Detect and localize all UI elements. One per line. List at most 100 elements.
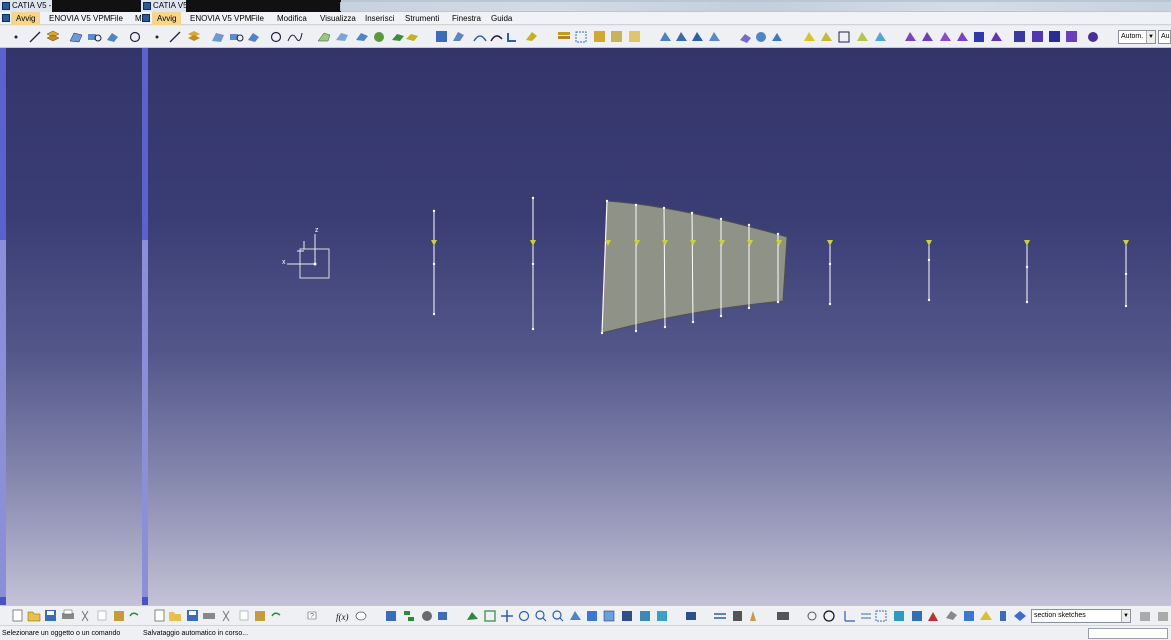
mass-icon [750,611,756,621]
part-icon [1049,31,1060,42]
new-file-icon [154,609,165,622]
chevron-down-icon[interactable]: ▼ [1121,610,1130,622]
new-file-icon [12,609,23,622]
line-type-select[interactable]: Autom. ▼ [1118,30,1156,44]
tool-icon [1158,612,1168,621]
menu-enovia-left[interactable]: ENOVIA V5 VPM [49,12,110,25]
point-icon [14,35,18,39]
comment-icon [355,611,367,621]
viewport-left[interactable] [0,48,149,605]
scrollbar-thumb[interactable] [142,48,148,240]
swap-icon [657,611,667,621]
menu-avvig-left[interactable]: Avvig [11,12,41,25]
tool-icon [912,611,922,621]
chevron-down-icon[interactable]: ▼ [1146,31,1155,43]
revolve-icon [230,34,244,42]
param-icon [438,612,447,620]
scrollbar-arrow-down[interactable] [0,597,6,605]
fill-icon [107,33,118,42]
measure-icon [714,613,726,619]
scene-canvas[interactable]: z x [149,48,1171,605]
shading-icon [622,611,632,621]
open-folder-icon [169,612,181,621]
paste-icon [114,611,124,621]
extrude-icon [212,33,224,42]
command-input[interactable] [1088,628,1168,639]
revolve-icon [88,34,102,42]
part-icon [1066,31,1077,42]
left-viewport-scrollbar[interactable] [142,48,148,605]
fly-icon [467,612,478,620]
offset-icon [374,32,384,42]
tool-icon [946,611,957,620]
catia-app-icon [142,14,150,22]
part-icon [922,32,933,41]
layer-filter-value: section sketches [1034,612,1086,619]
catia-app-icon [2,14,10,22]
point-icon [155,35,159,39]
menu-enovia[interactable]: ENOVIA V5 VPM [190,12,251,25]
tool-icon [1140,612,1150,621]
heal-icon [406,34,418,41]
print-icon [686,612,696,620]
menu-modifica[interactable]: Modifica [277,12,307,25]
view-icon [603,610,615,622]
window-tab-catia-1[interactable]: CATIA V5 - [0,0,52,12]
cut-icon [222,610,230,622]
background-tabs [340,2,1171,11]
menu-file-left[interactable]: File [110,12,123,25]
line-type-value: Autom. [1121,33,1144,40]
extrude-icon [69,32,83,43]
scrollbar-thumb[interactable] [0,48,6,240]
spline-icon [287,32,303,42]
menu-avvig[interactable]: Avvig [152,12,182,25]
layer-filter-select[interactable]: section sketches ▼ [1031,609,1131,623]
menu-guida[interactable]: Guida [491,12,512,25]
menu-inserisci[interactable]: Inserisci [365,12,394,25]
menu-finestra[interactable]: Finestra [452,12,481,25]
redacted-region [186,0,341,12]
line-icon [169,31,181,43]
menu-m-left[interactable]: M [135,12,142,25]
window-title: CATIA V5 - [12,1,52,10]
sphere-icon [422,611,432,621]
viewport-3d[interactable]: z x [149,48,1171,605]
measure-icon [676,32,687,41]
measure-icon [692,32,703,41]
fillet-icon [507,33,516,42]
window-tab-catia-2[interactable]: CATIA V5 [141,0,191,12]
sketch-icon [875,32,886,41]
sweep-icon [317,32,331,42]
tree-icon [404,611,414,621]
loft-surface[interactable] [601,200,788,334]
table-icon [386,611,396,621]
bottom-toolbar-icons: ? f(x) [12,609,1168,622]
tool-icon [980,611,992,620]
style-value-2: Au [1161,33,1170,40]
undo-icon [271,612,281,617]
measure-icon [709,32,720,41]
grid-icon [436,31,447,42]
tool-icon [964,611,974,621]
copy-icon [97,610,107,621]
menu-visualizza[interactable]: Visualizza [320,12,356,25]
scrollbar-arrow-down[interactable] [142,597,148,605]
style-select-2[interactable]: Au [1158,30,1171,44]
undo-icon [129,612,139,617]
pan-icon [501,610,513,622]
normal-view-icon [570,611,581,620]
svg-text:?: ? [310,613,314,620]
boundary-icon [473,35,487,42]
menu-strumenti[interactable]: Strumenti [405,12,439,25]
cut-icon [81,610,89,622]
pattern-icon [575,31,587,43]
translate-icon [526,32,537,41]
circle-icon [129,31,141,43]
menu-file[interactable]: File [251,12,264,25]
left-scrollbar[interactable] [0,48,6,605]
axis-icon [844,611,855,622]
line-icon [29,31,41,43]
plane-stack-icon [188,31,200,41]
print-icon [62,609,74,619]
fit-all-icon [484,610,496,622]
